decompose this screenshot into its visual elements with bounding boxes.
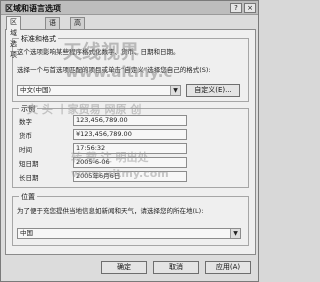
close-icon[interactable]: × <box>244 3 256 13</box>
standards-description: 这个选项影响某些程序格式化数字、货币、日期和日期。 <box>17 48 180 56</box>
sample-time-field: 17:56:32 <box>73 143 187 154</box>
location-group-label: 位置 <box>19 192 37 202</box>
samples-group-label: 示例 <box>19 104 37 114</box>
location-group: 位置 为了便于充您提供当地信息如新闻和天气，请选择您的所在地(L): 中国 ▼ <box>12 192 249 246</box>
tab-panel: 标准和格式 这个选项影响某些程序格式化数字、货币、日期和日期。 选择一个与首选项… <box>5 29 256 255</box>
chevron-down-icon[interactable]: ▼ <box>230 229 240 238</box>
tab-languages[interactable]: 语言 <box>45 17 60 38</box>
tab-regional-options[interactable]: 区域选项 <box>6 16 21 59</box>
sample-long-date-label: 长日期 <box>19 174 39 182</box>
sample-number-label: 数字 <box>19 118 32 126</box>
sample-long-date-field: 2005年6月6日 <box>73 171 187 182</box>
sample-currency-field: ¥123,456,789.00 <box>73 129 187 140</box>
title-bar: 区域和语言选项 ? × <box>1 1 258 15</box>
sample-short-date-field: 2005-6-06 <box>73 157 187 168</box>
sample-currency-label: 货币 <box>19 132 32 140</box>
location-description: 为了便于充您提供当地信息如新闻和天气，请选择您的所在地(L): <box>17 207 204 215</box>
region-language-dialog: 区域和语言选项 ? × 区域选项 语言 高级 标准和格式 这个选项影响某些程序格… <box>0 0 259 282</box>
sample-short-date-label: 短日期 <box>19 160 39 168</box>
standards-group-label: 标准和格式 <box>19 34 58 44</box>
tab-advanced[interactable]: 高级 <box>70 17 85 38</box>
standards-group: 标准和格式 这个选项影响某些程序格式化数字、货币、日期和日期。 选择一个与首选项… <box>12 34 249 102</box>
format-select-value: 中文(中国) <box>20 86 52 94</box>
help-icon[interactable]: ? <box>230 3 242 13</box>
cancel-button[interactable]: 取消 <box>153 261 199 274</box>
apply-button[interactable]: 应用(A) <box>205 261 251 274</box>
customize-button[interactable]: 自定义(E)... <box>186 84 240 97</box>
sample-time-label: 时间 <box>19 146 32 154</box>
ok-button[interactable]: 确定 <box>101 261 147 274</box>
standards-select-description: 选择一个与首选项匹配的项目或单击“自定义”选择您自己的格式(S): <box>17 66 211 74</box>
dialog-title: 区域和语言选项 <box>5 4 61 13</box>
location-select[interactable]: 中国 ▼ <box>17 228 241 239</box>
sample-number-field: 123,456,789.00 <box>73 115 187 126</box>
samples-group: 示例 数字 123,456,789.00 货币 ¥123,456,789.00 … <box>12 104 249 188</box>
chevron-down-icon[interactable]: ▼ <box>170 86 180 95</box>
location-select-value: 中国 <box>20 229 33 237</box>
format-select[interactable]: 中文(中国) ▼ <box>17 85 181 96</box>
